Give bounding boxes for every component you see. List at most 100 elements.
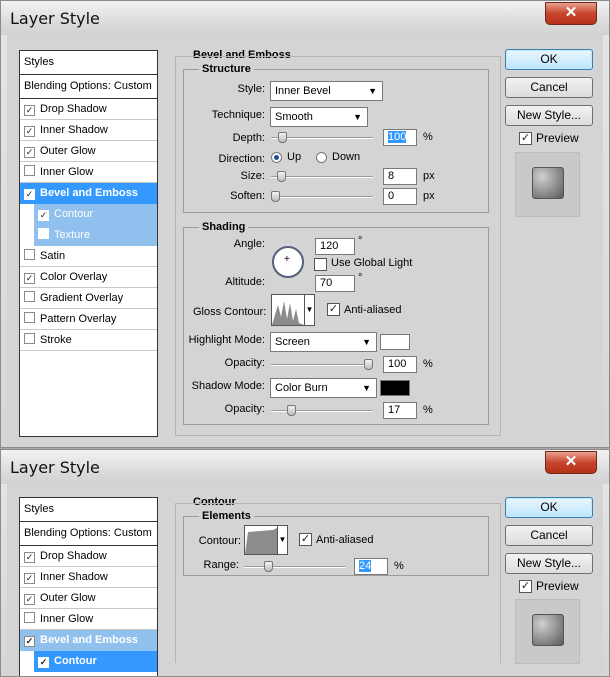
style-checkbox[interactable] [24,312,35,323]
style-item[interactable]: ✓ Inner Shadow [20,567,157,588]
angle-dial[interactable]: + [272,246,304,278]
slider-thumb[interactable] [264,561,273,572]
style-checkbox[interactable]: ✓ [24,147,35,158]
size-input[interactable]: 8 [383,168,417,185]
title-bar[interactable]: Layer Style ✕ [1,450,609,484]
style-dropdown[interactable]: Inner Bevel ▼ [270,81,383,101]
styles-header-item[interactable]: Blending Options: Custom [20,522,157,546]
shadow-opacity-input[interactable]: 17 [383,402,417,419]
style-item-label: Styles [24,56,54,68]
style-item-label: Pattern Overlay [40,313,117,325]
style-item[interactable]: Pattern Overlay [20,309,157,330]
style-item-label: Contour [54,655,97,667]
technique-dropdown[interactable]: Smooth ▼ [270,107,368,127]
style-item[interactable]: ✓ Outer Glow [20,588,157,609]
new-style-button[interactable]: New Style... [505,105,593,126]
style-checkbox[interactable] [24,249,35,260]
style-item[interactable]: ✓ Drop Shadow [20,546,157,567]
style-checkbox[interactable]: ✓ [38,657,49,668]
style-checkbox[interactable]: ✓ [24,636,35,647]
gloss-contour-picker[interactable] [271,294,305,326]
gloss-contour-label: Gloss Contour: [193,306,267,318]
style-checkbox[interactable]: ✓ [24,573,35,584]
highlight-color-swatch[interactable] [380,334,410,350]
style-checkbox[interactable]: ✓ [24,189,35,200]
shadow-color-swatch[interactable] [380,380,410,396]
shadow-opacity-slider[interactable] [271,405,373,416]
dialog-title: Layer Style [10,458,100,477]
range-input[interactable]: 24 [354,558,388,575]
style-checkbox[interactable]: ✓ [24,126,35,137]
style-item[interactable]: ✓ Drop Shadow [20,99,157,120]
style-item[interactable]: ✓ Contour [34,651,157,672]
depth-input[interactable]: 100 [383,129,417,146]
close-button[interactable]: ✕ [545,2,597,25]
ok-button[interactable]: OK [505,49,593,70]
style-item[interactable]: Inner Glow [20,162,157,183]
cancel-button[interactable]: Cancel [505,77,593,98]
style-item[interactable]: ✓ Inner Shadow [20,120,157,141]
style-item[interactable]: Satin [20,246,157,267]
style-item[interactable]: ✓ Bevel and Emboss [20,630,157,651]
style-checkbox[interactable]: ✓ [38,210,49,221]
style-checkbox[interactable] [38,228,49,239]
altitude-label: Altitude: [225,276,265,288]
styles-header-item[interactable]: Styles [20,51,157,75]
highlight-opacity-slider[interactable] [271,359,373,370]
contour-dropdown[interactable]: ▼ [277,525,288,555]
size-value: 8 [388,170,395,182]
preview-checkbox[interactable]: ✓ [519,580,532,593]
style-checkbox[interactable] [24,291,35,302]
ok-button[interactable]: OK [505,497,593,518]
style-item[interactable]: ✓ Outer Glow [20,141,157,162]
style-item[interactable]: Stroke [20,330,157,351]
new-style-button[interactable]: New Style... [505,553,593,574]
highlight-mode-dropdown[interactable]: Screen ▼ [270,332,377,352]
slider-thumb[interactable] [271,191,280,202]
altitude-input[interactable]: 70 [315,275,355,292]
styles-header-item[interactable]: Blending Options: Custom [20,75,157,99]
style-item[interactable]: Texture [34,225,157,246]
gloss-contour-dropdown[interactable]: ▼ [304,294,315,326]
style-item[interactable]: ✓ Contour [34,204,157,225]
style-item[interactable]: ✓ Color Overlay [20,267,157,288]
style-checkbox[interactable]: ✓ [24,552,35,563]
slider-thumb[interactable] [277,171,286,182]
shadow-opacity-label: Opacity: [224,403,265,415]
soften-slider[interactable] [271,191,373,202]
slider-thumb[interactable] [287,405,296,416]
style-checkbox[interactable]: ✓ [24,273,35,284]
style-item[interactable]: Inner Glow [20,609,157,630]
angle-input[interactable]: 120 [315,238,355,255]
slider-thumb[interactable] [364,359,373,370]
preview-checkbox[interactable]: ✓ [519,132,532,145]
style-checkbox[interactable] [24,612,35,623]
slider-thumb[interactable] [278,132,287,143]
shadow-mode-dropdown[interactable]: Color Burn ▼ [270,378,377,398]
shadow-mode-label: Shadow Mode: [191,380,265,392]
style-item[interactable]: ✓ Bevel and Emboss [20,183,157,204]
style-checkbox[interactable] [24,165,35,176]
title-bar[interactable]: Layer Style ✕ [1,1,609,35]
range-slider[interactable] [244,561,346,572]
style-checkbox[interactable]: ✓ [24,594,35,605]
style-checkbox[interactable] [24,333,35,344]
soften-input[interactable]: 0 [383,188,417,205]
global-light-checkbox[interactable] [314,258,327,271]
close-button[interactable]: ✕ [545,451,597,474]
contour-picker[interactable] [244,525,278,555]
size-slider[interactable] [271,171,373,182]
depth-slider[interactable] [271,132,373,143]
range-label: Range: [203,559,239,571]
style-preview [515,152,580,217]
styles-header-item[interactable]: Styles [20,498,157,522]
direction-up-radio[interactable] [271,152,282,163]
highlight-opacity-input[interactable]: 100 [383,356,417,373]
style-item[interactable]: Gradient Overlay [20,288,157,309]
cancel-button[interactable]: Cancel [505,525,593,546]
anti-aliased-checkbox[interactable]: ✓ [299,533,312,546]
dropdown-arrow-icon: ▼ [362,337,371,347]
direction-down-radio[interactable] [316,152,327,163]
style-checkbox[interactable]: ✓ [24,105,35,116]
gloss-anti-aliased-checkbox[interactable]: ✓ [327,303,340,316]
